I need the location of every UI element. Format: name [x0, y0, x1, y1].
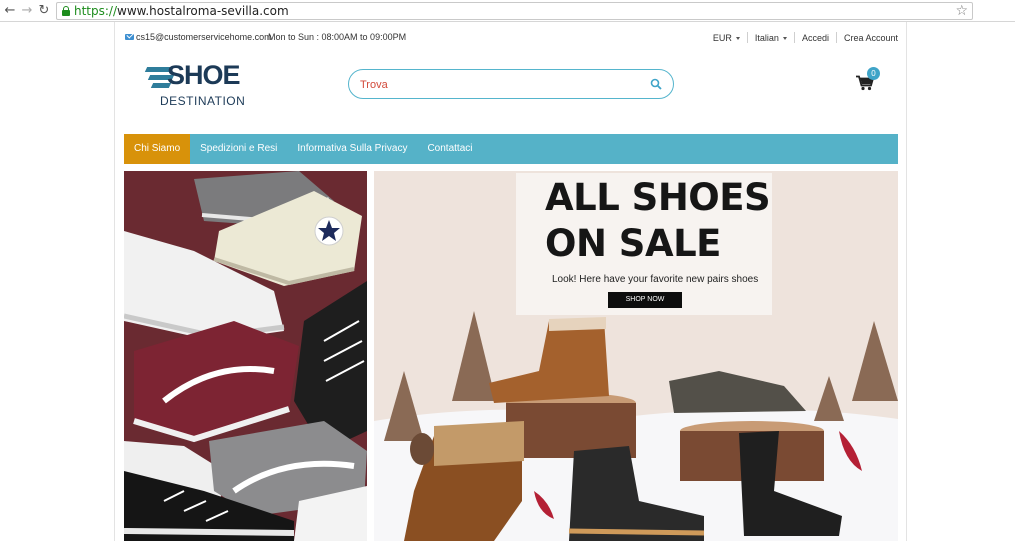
- site-logo[interactable]: SHOE DESTINATION: [144, 60, 246, 108]
- promo-box: ALL SHOES ON SALE Look! Here have your f…: [516, 173, 772, 315]
- promo-title: ALL SHOES ON SALE: [545, 176, 771, 265]
- cart-count-badge: 0: [867, 67, 880, 80]
- search-input[interactable]: [360, 77, 640, 93]
- menu-item-chi-siamo[interactable]: Chi Siamo: [124, 134, 191, 164]
- logo-subtitle: DESTINATION: [160, 94, 246, 108]
- sneakers-image: [124, 171, 367, 541]
- url-host: www.hostalroma-sevilla.com: [117, 4, 289, 18]
- sneakers-banner[interactable]: [124, 171, 367, 541]
- login-link[interactable]: Accedi: [795, 33, 836, 43]
- contact-email[interactable]: cs15@customerservicehome.com: [136, 32, 272, 42]
- browser-toolbar: ← → ↻ https://www.hostalroma-sevilla.com…: [0, 0, 1015, 22]
- url-text[interactable]: https://www.hostalroma-sevilla.com: [74, 4, 289, 18]
- cart-button[interactable]: 0: [856, 67, 884, 94]
- promo-subtitle: Look! Here have your favorite new pairs …: [552, 274, 759, 285]
- caret-down-icon: [735, 36, 740, 40]
- top-info-bar: cs15@customerservicehome.com Mon to Sun …: [115, 22, 908, 52]
- search-box: [348, 69, 674, 99]
- logo-word: SHOE: [167, 60, 241, 90]
- language-selector[interactable]: Italian: [748, 33, 794, 43]
- currency-label: EUR: [712, 32, 732, 43]
- menu-item-privacy[interactable]: Informativa Sulla Privacy: [287, 134, 417, 164]
- search-icon[interactable]: [650, 78, 662, 90]
- opening-hours: Mon to Sun : 08:00AM to 09:00PM: [268, 32, 407, 42]
- lock-icon: [62, 6, 70, 16]
- menu-item-contattaci[interactable]: Contattaci: [417, 134, 482, 164]
- shop-now-button[interactable]: SHOP NOW: [608, 292, 682, 308]
- bookmark-star-icon[interactable]: ☆: [955, 3, 968, 19]
- sale-banner[interactable]: ALL SHOES ON SALE Look! Here have your f…: [374, 171, 898, 541]
- account-links: EUR Italian Accedi Crea Account: [706, 32, 898, 43]
- currency-selector[interactable]: EUR: [706, 33, 747, 43]
- menu-item-spedizioni-e-resi[interactable]: Spedizioni e Resi: [190, 134, 287, 164]
- caret-down-icon: [782, 36, 787, 40]
- mail-icon: [125, 34, 134, 40]
- address-bar[interactable]: https://www.hostalroma-sevilla.com ☆: [56, 2, 973, 20]
- reload-icon[interactable]: ↻: [36, 3, 52, 19]
- page: cs15@customerservicehome.com Mon to Sun …: [114, 22, 907, 541]
- back-icon[interactable]: ←: [2, 3, 18, 19]
- main-menu: Chi Siamo Spedizioni e Resi Informativa …: [124, 134, 898, 164]
- url-scheme: https://: [74, 4, 118, 18]
- register-link[interactable]: Crea Account: [837, 33, 898, 43]
- forward-icon[interactable]: →: [19, 3, 35, 19]
- language-label: Italian: [754, 32, 779, 43]
